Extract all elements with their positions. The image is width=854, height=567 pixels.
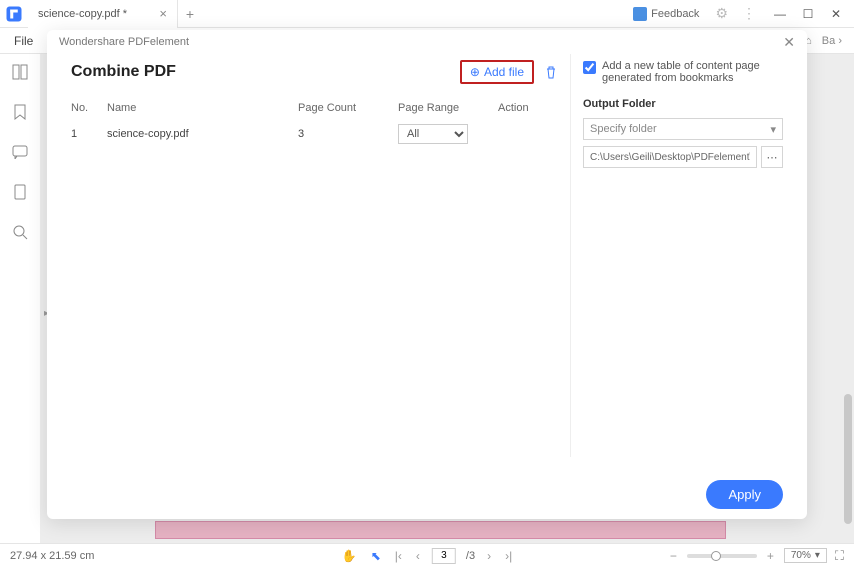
app-logo-icon (0, 0, 28, 28)
next-page-icon[interactable]: › (485, 549, 493, 563)
titlebar: science-copy.pdf * × + Feedback ⚙ ⋮ — ☐ … (0, 0, 854, 28)
new-tab-button[interactable]: + (178, 6, 202, 22)
col-action: Action (498, 102, 558, 114)
toc-checkbox[interactable] (583, 61, 596, 74)
row-range: All (398, 124, 498, 144)
window-controls: — ☐ ✕ (766, 0, 850, 28)
row-no: 1 (71, 128, 107, 140)
folder-select[interactable]: Specify folder ▾ (583, 118, 783, 140)
toc-checkbox-label: Add a new table of content page generate… (602, 60, 783, 84)
table-header: No. Name Page Count Page Range Action (71, 98, 558, 118)
dialog-close-icon[interactable]: ✕ (783, 34, 795, 51)
add-file-label: Add file (484, 65, 524, 79)
tab-title: science-copy.pdf * (38, 8, 127, 20)
page-nav: ✋ ⬉ |‹ ‹ /3 › ›| (340, 548, 514, 564)
minimize-button[interactable]: — (766, 0, 794, 28)
path-row: ⋯ (583, 146, 783, 168)
bookmark-icon[interactable] (10, 102, 30, 122)
combine-pdf-dialog: Wondershare PDFelement ✕ Combine PDF ⊕ A… (47, 30, 807, 519)
feedback-icon (633, 7, 647, 21)
file-menu[interactable]: File (4, 34, 43, 48)
thumbnails-icon[interactable] (10, 62, 30, 82)
dialog-header: Wondershare PDFelement ✕ (47, 30, 807, 54)
statusbar: 27.94 x 21.59 cm ✋ ⬉ |‹ ‹ /3 › ›| − + 70… (0, 543, 854, 567)
prev-page-icon[interactable]: ‹ (414, 549, 422, 563)
fit-page-icon[interactable]: ⛶ (835, 548, 844, 564)
row-count: 3 (298, 128, 398, 140)
row-name: science-copy.pdf (107, 128, 298, 140)
page-total: /3 (466, 550, 475, 562)
batch-label[interactable]: Ba › (822, 35, 842, 47)
col-name: Name (107, 102, 298, 114)
first-page-icon[interactable]: |‹ (393, 549, 404, 563)
toc-checkbox-row[interactable]: Add a new table of content page generate… (583, 60, 783, 84)
dialog-body: Combine PDF ⊕ Add file No. Name Page Cou… (47, 54, 807, 469)
apply-button[interactable]: Apply (706, 480, 783, 509)
col-page-count: Page Count (298, 102, 398, 114)
document-tab[interactable]: science-copy.pdf * × (28, 0, 178, 28)
dialog-right-panel: Add a new table of content page generate… (583, 54, 783, 457)
page-dimensions: 27.94 x 21.59 cm (10, 550, 94, 562)
output-path-input[interactable] (583, 146, 757, 168)
hand-tool-icon[interactable]: ✋ (340, 549, 359, 563)
col-page-range: Page Range (398, 102, 498, 114)
vertical-scrollbar[interactable] (844, 394, 852, 524)
document-highlight (155, 521, 726, 539)
chevron-down-icon: ▾ (815, 550, 820, 561)
plus-icon: ⊕ (470, 65, 480, 79)
zoom-controls: − + 70% ▾ ⛶ (668, 548, 844, 564)
close-button[interactable]: ✕ (822, 0, 850, 28)
add-file-button[interactable]: ⊕ Add file (460, 60, 534, 84)
titlebar-right: Feedback ⚙ ⋮ — ☐ ✕ (627, 0, 854, 28)
delete-icon[interactable] (544, 65, 558, 79)
output-folder-label: Output Folder (583, 98, 783, 110)
zoom-slider[interactable] (687, 554, 757, 558)
page-number-input[interactable] (432, 548, 456, 564)
dialog-footer: Apply (47, 469, 807, 519)
dialog-app-title: Wondershare PDFelement (59, 36, 189, 48)
maximize-button[interactable]: ☐ (794, 0, 822, 28)
pointer-tool-icon[interactable]: ⬉ (369, 549, 383, 563)
dialog-left-panel: Combine PDF ⊕ Add file No. Name Page Cou… (71, 54, 571, 457)
browse-button[interactable]: ⋯ (761, 146, 783, 168)
dialog-title-row: Combine PDF ⊕ Add file (71, 60, 558, 84)
attachment-icon[interactable] (10, 182, 30, 202)
table-row[interactable]: 1 science-copy.pdf 3 All (71, 118, 558, 150)
zoom-out-icon[interactable]: − (668, 549, 679, 563)
feedback-label: Feedback (651, 8, 699, 20)
feedback-button[interactable]: Feedback (627, 5, 705, 23)
col-no: No. (71, 102, 107, 114)
settings-icon[interactable]: ⚙ (711, 5, 732, 22)
more-icon[interactable]: ⋮ (738, 5, 760, 22)
folder-placeholder: Specify folder (590, 123, 657, 135)
page-range-select[interactable]: All (398, 124, 468, 144)
chevron-down-icon: ▾ (770, 123, 776, 136)
left-toolbar (0, 54, 40, 543)
zoom-in-icon[interactable]: + (765, 549, 776, 563)
last-page-icon[interactable]: ›| (503, 549, 514, 563)
zoom-handle[interactable] (711, 551, 721, 561)
tab-close-icon[interactable]: × (159, 6, 167, 21)
search-icon[interactable] (10, 222, 30, 242)
dialog-title: Combine PDF (71, 63, 176, 81)
zoom-value-box[interactable]: 70% ▾ (784, 548, 827, 563)
comment-icon[interactable] (10, 142, 30, 162)
zoom-value: 70% (791, 550, 811, 561)
